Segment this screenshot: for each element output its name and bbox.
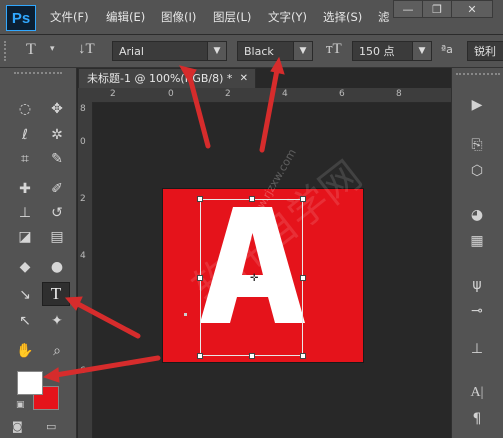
annotation-arrows [42, 56, 285, 383]
annotation-arrow [75, 301, 141, 339]
annotation-arrow-head [270, 56, 285, 75]
annotation-arrow [259, 67, 280, 153]
annotation-arrow-head [178, 65, 197, 84]
annotation-arrow [53, 355, 161, 378]
annotation-arrow-head [42, 367, 60, 383]
annotation-arrow [186, 71, 211, 149]
